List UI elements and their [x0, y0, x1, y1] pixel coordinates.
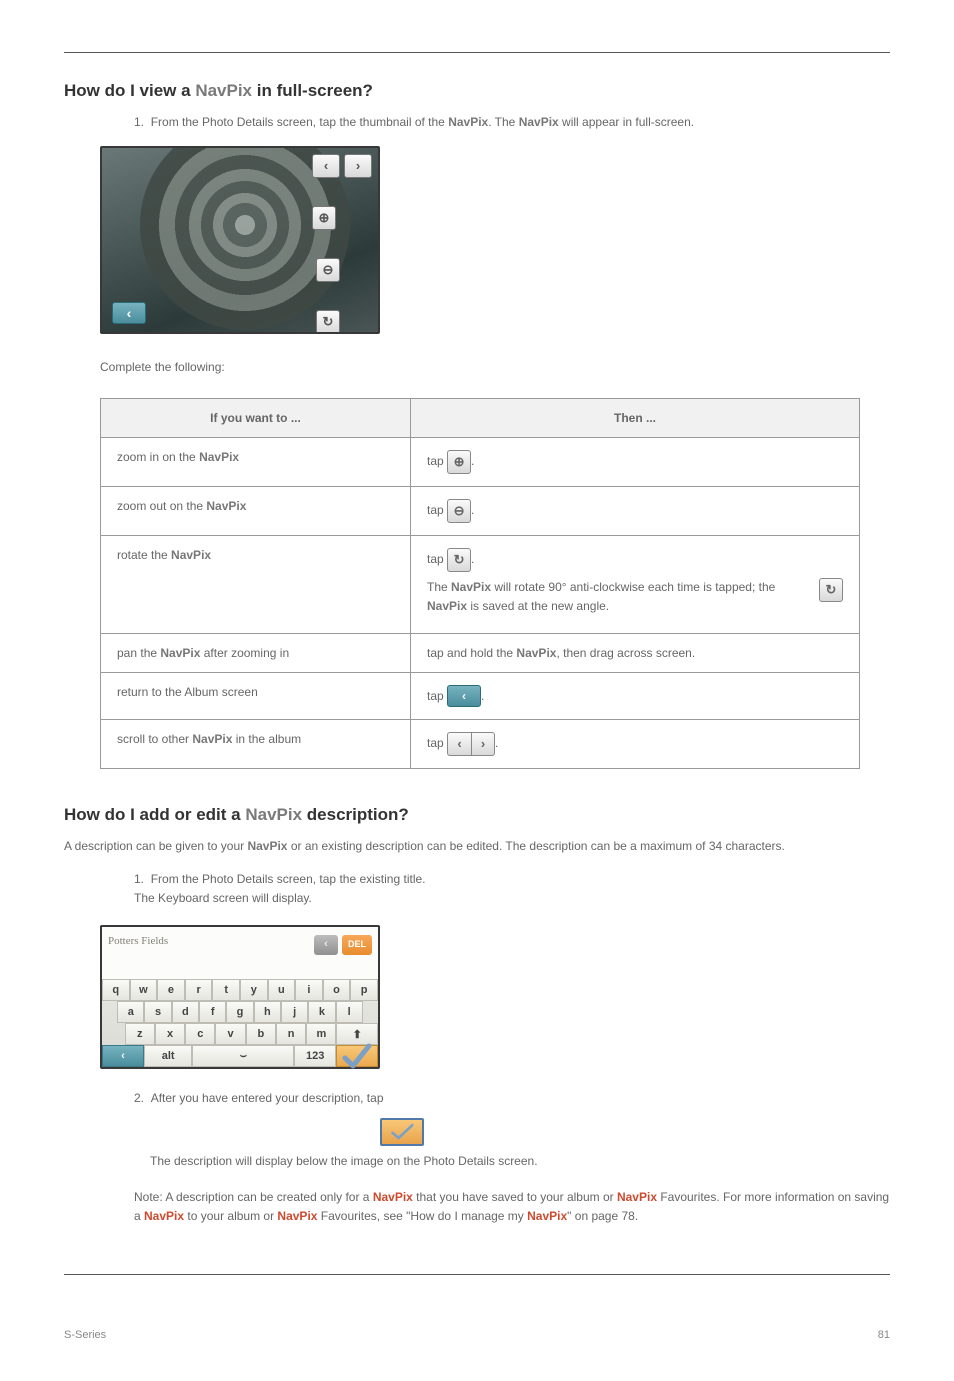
desc-step-2: 2. After you have entered your descripti…: [134, 1089, 890, 1108]
th-then: Then ...: [411, 399, 860, 438]
screenshot-keyboard: Potters Fields ‹ DEL q we rt yu io p as …: [100, 925, 380, 1069]
ok-key: [336, 1045, 378, 1067]
keyboard-back: ‹: [102, 1045, 144, 1067]
actions-table: If you want to ... Then ... zoom in on t…: [100, 398, 860, 769]
zoom-in-icon: [447, 450, 471, 474]
footer-right: 81: [878, 1329, 890, 1341]
back-icon: ‹: [314, 935, 338, 955]
footnote: Note: A description can be created only …: [134, 1188, 890, 1225]
zoom-in-icon: ⊕: [312, 206, 336, 230]
del-button: DEL: [342, 935, 372, 955]
prev-icon: ‹: [312, 154, 340, 178]
th-if: If you want to ...: [101, 399, 411, 438]
zoom-out-icon: [447, 499, 471, 523]
footer-left: S-Series: [64, 1329, 106, 1341]
keyboard-title: Potters Fields: [108, 935, 310, 947]
rotate-icon: [447, 548, 471, 572]
complete-following: Complete the following:: [100, 358, 890, 377]
space-key: ⌣: [192, 1045, 294, 1067]
back-icon: ‹: [112, 302, 146, 324]
rotate-icon: [819, 578, 843, 602]
desc-step-2b: The description will display below the i…: [150, 1152, 890, 1171]
back-icon: ‹: [447, 685, 481, 707]
zoom-out-icon: ⊖: [316, 258, 340, 282]
prev-next-icon: ‹›: [447, 732, 495, 756]
ok-icon: [380, 1118, 424, 1146]
desc-step-1: 1. From the Photo Details screen, tap th…: [134, 870, 890, 907]
rotate-icon: ↻: [316, 310, 340, 334]
desc-intro: A description can be given to your NavPi…: [64, 837, 890, 856]
heading-fullscreen: How do I view a NavPix in full-screen?: [64, 81, 890, 101]
step-1: 1. From the Photo Details screen, tap th…: [134, 113, 890, 132]
next-icon: ›: [344, 154, 372, 178]
heading-description: How do I add or edit a NavPix descriptio…: [64, 805, 890, 825]
key: q: [102, 979, 130, 1001]
screenshot-fullscreen: ‹ › ⊕ ⊖ ↻ ‹: [100, 146, 380, 334]
